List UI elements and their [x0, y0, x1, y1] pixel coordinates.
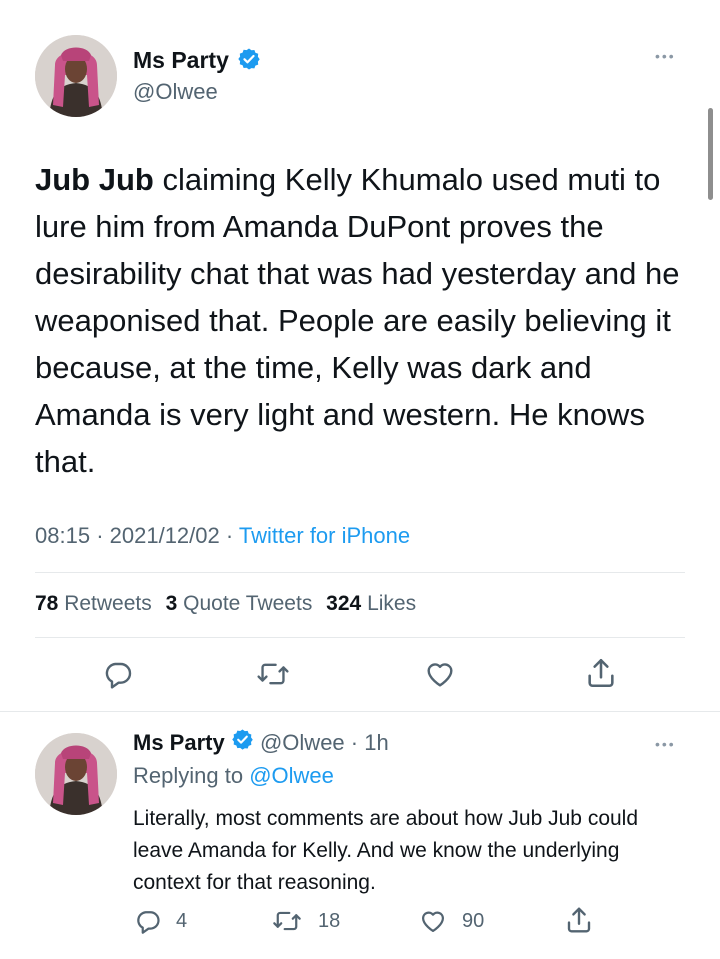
- timestamp-separator: ·: [96, 523, 104, 548]
- retweets-stat[interactable]: 78 Retweets: [35, 592, 158, 615]
- reply-share-icon[interactable]: [564, 905, 594, 935]
- reply-handle[interactable]: @Olwee: [260, 730, 345, 755]
- tweet-text-bold: Jub Jub: [35, 162, 154, 197]
- reply-like-icon[interactable]: [418, 907, 448, 935]
- replying-to-handle[interactable]: @Olwee: [249, 763, 334, 788]
- author-handle[interactable]: @Olwee: [133, 79, 218, 105]
- quote-tweets-count: 3: [165, 592, 178, 615]
- share-icon[interactable]: [584, 656, 618, 690]
- likes-count: 324: [326, 592, 362, 615]
- verified-badge-icon: [237, 47, 261, 76]
- retweets-count: 78: [35, 592, 59, 615]
- reply-author-avatar[interactable]: [35, 733, 117, 815]
- author-name-row[interactable]: Ms Party: [133, 47, 261, 77]
- author-display-name[interactable]: Ms Party: [133, 47, 229, 73]
- reply-header-row: Ms Party @Olwee · 1h: [133, 728, 389, 757]
- source-separator: ·: [225, 523, 234, 548]
- retweet-icon[interactable]: [256, 658, 290, 690]
- reply-more-options-icon[interactable]: •••: [655, 736, 676, 752]
- reply-display-name[interactable]: Ms Party: [133, 730, 225, 755]
- reply-reply-icon[interactable]: [134, 907, 162, 935]
- tweet-text: Jub Jub claiming Kelly Khumalo used muti…: [35, 156, 695, 485]
- tweet-source-link[interactable]: Twitter for iPhone: [239, 523, 410, 548]
- tweet-timestamp-row: 08:15 · 2021/12/02 · Twitter for iPhone: [35, 523, 410, 549]
- tweet-text-body: claiming Kelly Khumalo used muti to lure…: [35, 162, 680, 479]
- replying-to-label: Replying to: [133, 763, 244, 788]
- quote-tweets-stat[interactable]: 3 Quote Tweets: [166, 592, 319, 615]
- reply-icon[interactable]: [102, 658, 134, 690]
- tweet-date[interactable]: 2021/12/02: [110, 523, 220, 548]
- more-options-icon[interactable]: •••: [655, 48, 676, 64]
- retweets-label: Retweets: [64, 592, 152, 615]
- divider: [35, 572, 685, 573]
- reply-reply-count: 4: [176, 910, 188, 932]
- reply-age[interactable]: · 1h: [351, 730, 389, 755]
- verified-badge-icon: [231, 728, 254, 757]
- scrollbar[interactable]: [708, 108, 713, 200]
- tweet-time[interactable]: 08:15: [35, 523, 90, 548]
- replying-to-row: Replying to @Olwee: [133, 763, 334, 789]
- tweet-stats-row: 78 Retweets 3 Quote Tweets 324 Likes: [35, 592, 416, 616]
- reply-like-count: 90: [462, 910, 485, 932]
- reply-text: Literally, most comments are about how J…: [133, 807, 639, 894]
- like-icon[interactable]: [423, 658, 457, 690]
- quote-tweets-label: Quote Tweets: [183, 592, 313, 615]
- reply-retweet-count: 18: [318, 910, 341, 932]
- likes-stat[interactable]: 324 Likes: [326, 592, 416, 615]
- divider: [0, 711, 720, 712]
- divider: [35, 637, 685, 638]
- reply-retweet-icon[interactable]: [272, 907, 302, 935]
- author-avatar[interactable]: [35, 35, 117, 117]
- likes-label: Likes: [367, 592, 417, 615]
